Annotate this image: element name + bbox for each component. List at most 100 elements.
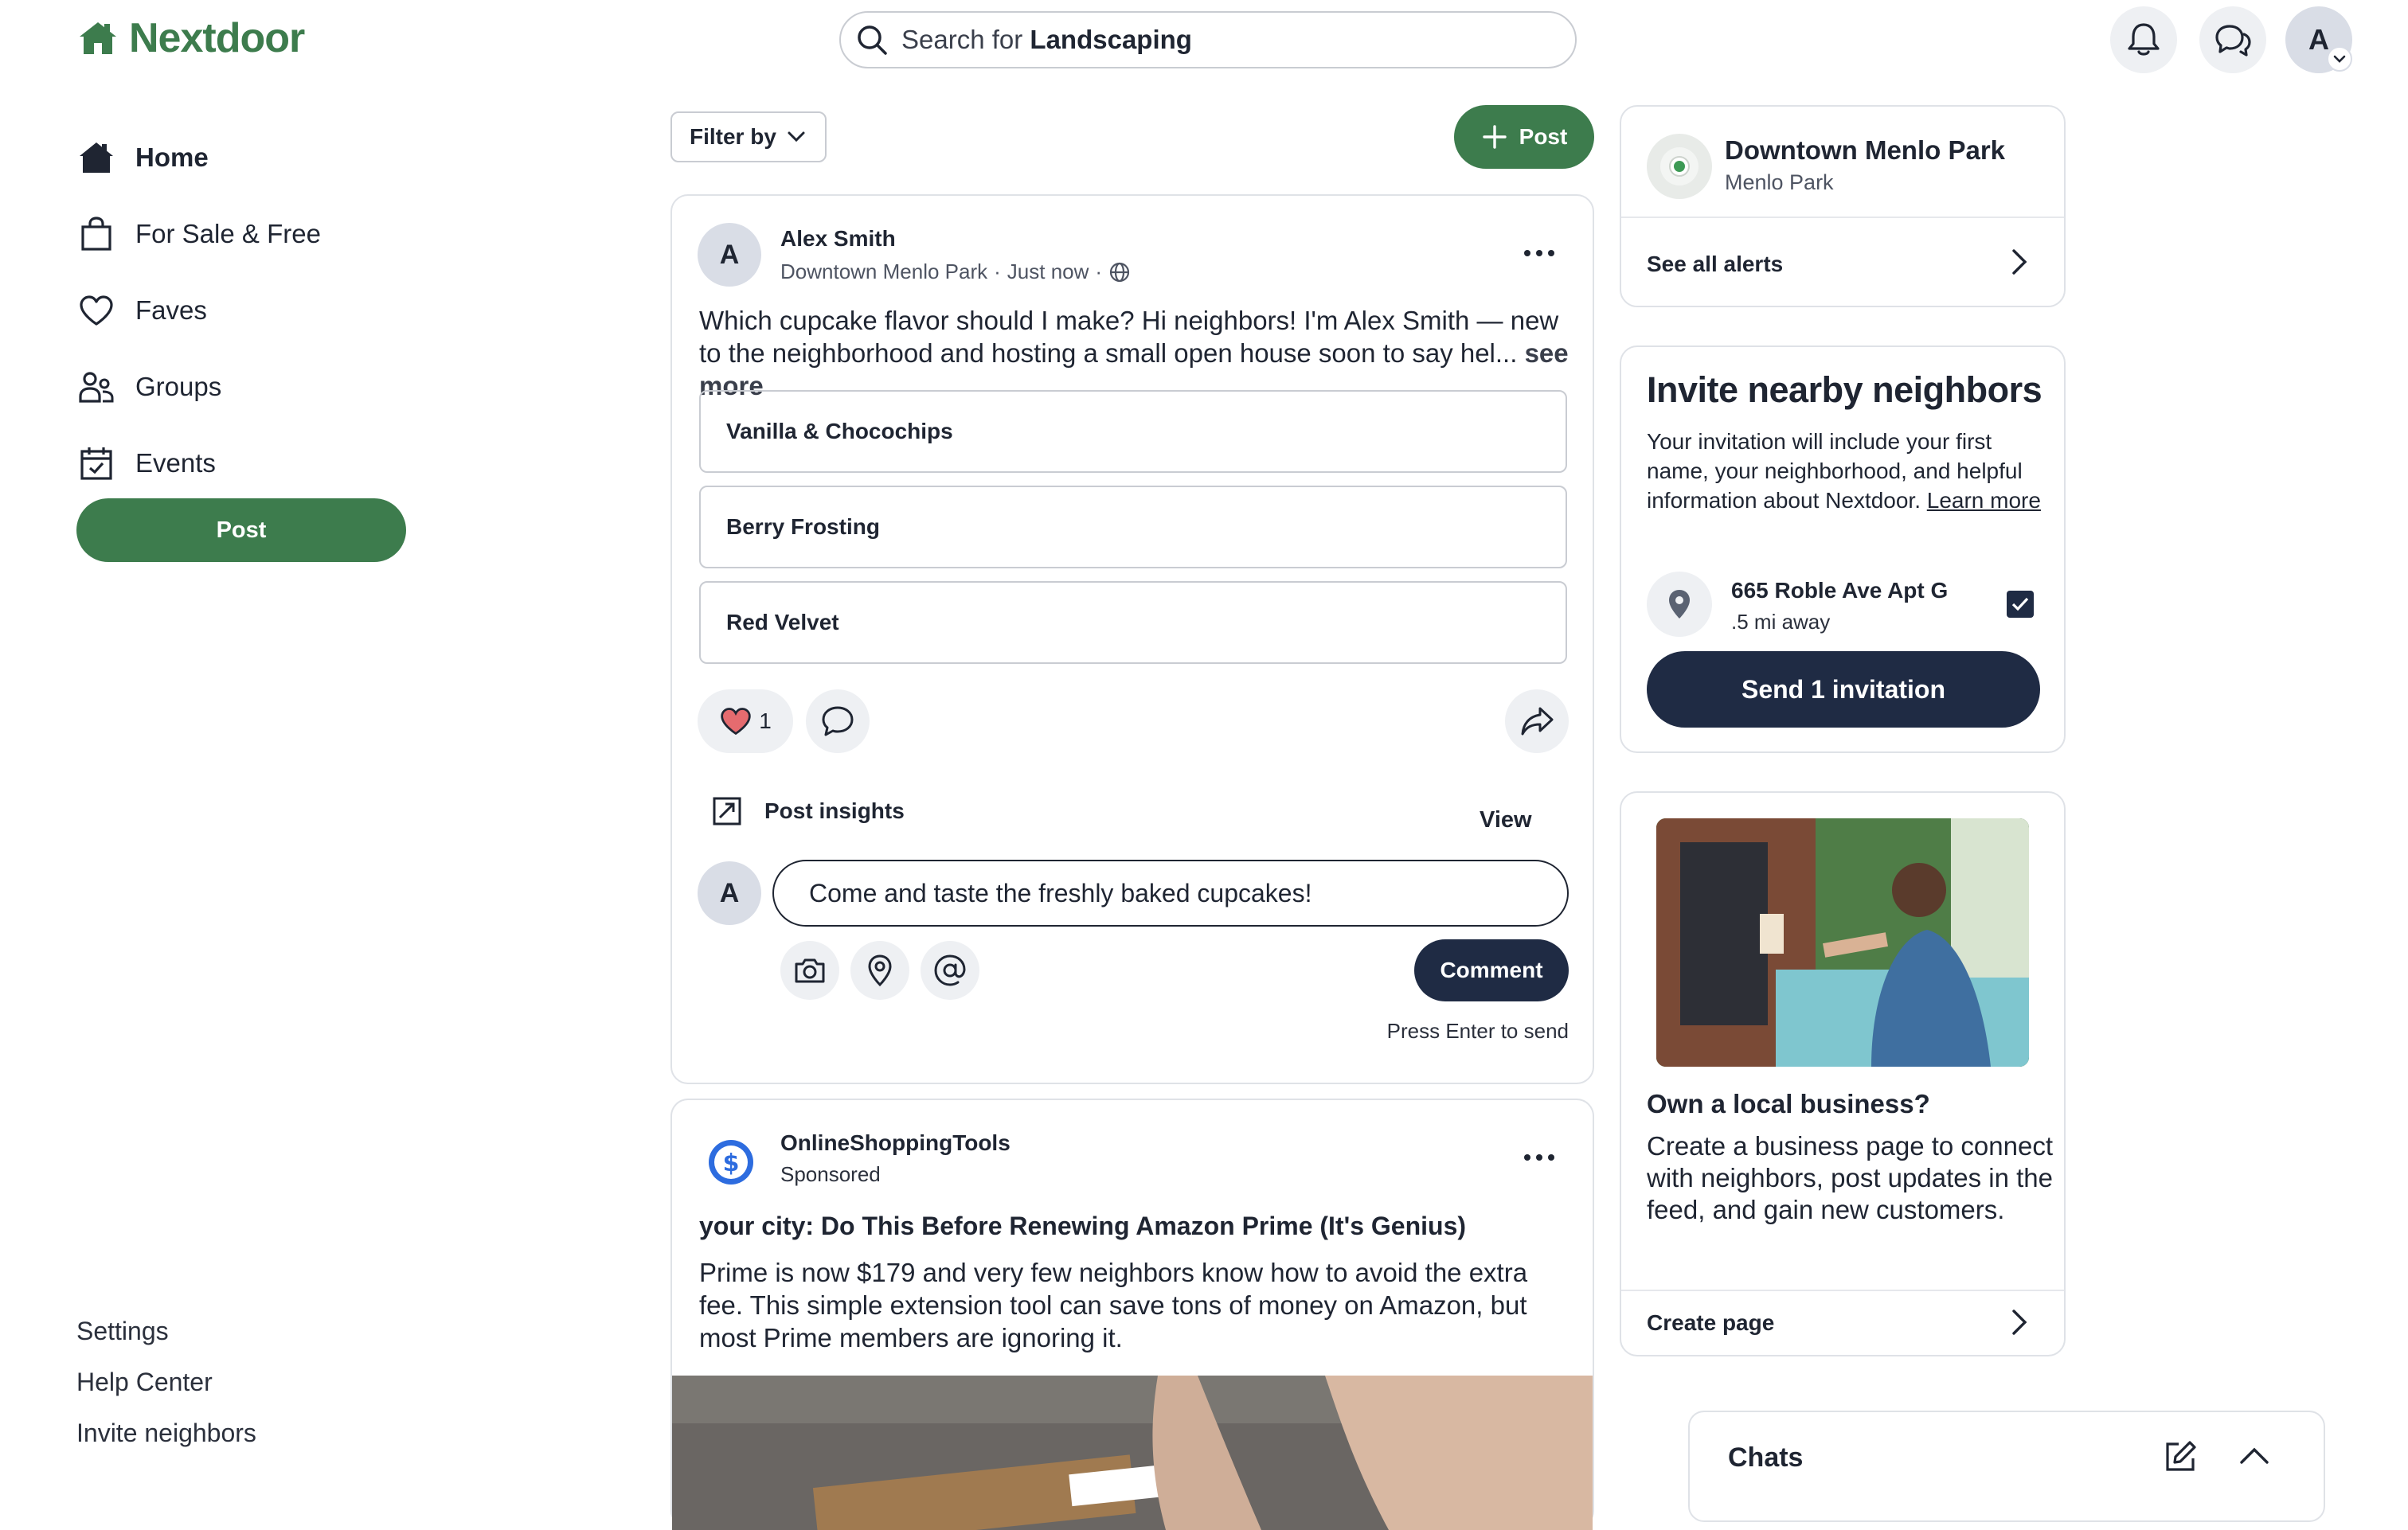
post-neighborhood[interactable]: Downtown Menlo Park [780, 260, 987, 284]
sponsored-label: Sponsored [780, 1162, 881, 1186]
nav-item-for-sale[interactable]: For Sale & Free [78, 196, 321, 272]
insights-label: Post insights [764, 798, 905, 823]
add-photo-button[interactable] [780, 941, 839, 1000]
neighborhood-name[interactable]: Downtown Menlo Park [1725, 135, 2005, 166]
messages-button[interactable] [2199, 6, 2266, 73]
ad-headline[interactable]: your city: Do This Before Renewing Amazo… [699, 1212, 1466, 1241]
business-description: Create a business page to connect with n… [1647, 1131, 2054, 1224]
learn-more-link[interactable]: Learn more [1927, 488, 2041, 513]
divider [1621, 1290, 2064, 1291]
chevron-right-icon[interactable] [2011, 1309, 2027, 1336]
advertiser-logo[interactable]: $ [699, 1130, 763, 1194]
camera-icon [795, 958, 825, 983]
reaction-button[interactable]: 1 [698, 689, 793, 753]
location-pin-icon [868, 954, 892, 987]
notifications-button[interactable] [2110, 6, 2177, 73]
insights-chart-icon [713, 797, 741, 825]
business-promo-image [1656, 818, 2029, 1067]
ad-body: Prime is now $179 and very few neighbors… [699, 1258, 1528, 1352]
nav-item-home[interactable]: Home [78, 119, 321, 196]
divider [1621, 217, 2064, 218]
calendar-icon [80, 447, 112, 480]
address-pin-icon [1647, 572, 1712, 637]
send-invitation-button[interactable]: Send 1 invitation [1647, 651, 2040, 728]
invite-neighbors-card: Invite nearby neighbors Your invitation … [1620, 345, 2066, 753]
nav-item-groups[interactable]: Groups [78, 349, 321, 425]
comment-input[interactable]: Come and taste the freshly baked cupcake… [772, 860, 1569, 927]
ad-image[interactable] [672, 1376, 1593, 1530]
sidebar-post-button[interactable]: Post [76, 498, 406, 562]
compose-icon[interactable] [2163, 1439, 2198, 1474]
post-body: Which cupcake flavor should I make? Hi n… [699, 304, 1575, 402]
neighborhood-alerts-card: Downtown Menlo Park Menlo Park See all a… [1620, 105, 2066, 307]
feed-post-label: Post [1519, 124, 1568, 149]
shopping-bag-icon [81, 217, 111, 251]
feed-post-button[interactable]: Post [1454, 105, 1594, 169]
sidebar-nav: Home For Sale & Free Faves Groups Events [78, 119, 321, 502]
chats-panel[interactable]: Chats [1688, 1411, 2325, 1522]
invite-title: Invite nearby neighbors [1647, 369, 2042, 410]
author-name[interactable]: Alex Smith [780, 226, 896, 252]
share-button[interactable] [1505, 689, 1569, 753]
post-time: Just now [1007, 260, 1089, 283]
nav-label-faves: Faves [135, 295, 207, 325]
create-page-link[interactable]: Create page [1647, 1310, 1774, 1336]
neighborhood-city: Menlo Park [1725, 170, 1834, 194]
more-options-icon[interactable] [1524, 250, 1554, 256]
post-body-text: Which cupcake flavor should I make? Hi n… [699, 306, 1559, 368]
nav-label-events: Events [135, 448, 216, 478]
reaction-count: 1 [759, 708, 772, 733]
checkmark-icon [2011, 597, 2029, 611]
heart-reaction-icon [721, 708, 751, 736]
search-icon [855, 23, 889, 57]
at-sign-icon [934, 954, 966, 986]
post-meta: Downtown Menlo Park · Just now · [780, 260, 1131, 284]
nav-label-groups: Groups [135, 372, 222, 401]
poll-option[interactable]: Vanilla & Chocochips [699, 390, 1567, 473]
nav-label-for-sale: For Sale & Free [135, 219, 321, 248]
mention-button[interactable] [921, 941, 979, 1000]
sponsored-ad-card: $ OnlineShoppingTools Sponsored your cit… [670, 1099, 1594, 1530]
groups-icon [79, 372, 114, 403]
search-placeholder: Search for Landscaping [901, 25, 1192, 54]
poll-option[interactable]: Berry Frosting [699, 486, 1567, 568]
see-all-alerts-link[interactable]: See all alerts [1647, 252, 1783, 277]
settings-link[interactable]: Settings [76, 1306, 256, 1356]
more-options-icon[interactable] [1524, 1154, 1554, 1161]
filter-by-dropdown[interactable]: Filter by [670, 111, 827, 162]
chevron-down-icon[interactable] [2327, 46, 2352, 72]
help-center-link[interactable]: Help Center [76, 1356, 256, 1407]
nav-item-faves[interactable]: Faves [78, 272, 321, 349]
invite-distance: .5 mi away [1731, 610, 1831, 634]
author-avatar[interactable]: A [698, 223, 761, 287]
invite-address: 665 Roble Ave Apt G [1731, 578, 1949, 603]
post-insights[interactable]: Post insights [712, 796, 905, 826]
chevron-right-icon[interactable] [2011, 248, 2027, 275]
nextdoor-logo[interactable]: Nextdoor [78, 14, 305, 62]
commenter-avatar: A [698, 861, 761, 925]
press-enter-hint: Press Enter to send [1386, 1019, 1569, 1043]
comment-submit-button[interactable]: Comment [1414, 939, 1569, 1001]
heart-icon [80, 295, 113, 326]
comment-icon [822, 706, 854, 736]
chevron-up-icon[interactable] [2239, 1446, 2269, 1465]
invite-neighbors-link[interactable]: Invite neighbors [76, 1407, 256, 1458]
poll-post-card: A Alex Smith Downtown Menlo Park · Just … [670, 194, 1594, 1084]
view-insights-link[interactable]: View [1480, 807, 1532, 833]
filter-label: Filter by [690, 124, 776, 149]
search-input[interactable]: Search for Landscaping [839, 11, 1577, 68]
bell-icon [2128, 23, 2160, 56]
house-logo-icon [80, 22, 116, 54]
plus-icon [1482, 125, 1507, 149]
add-location-button[interactable] [850, 941, 909, 1000]
globe-icon [1109, 262, 1130, 282]
nav-item-events[interactable]: Events [78, 425, 321, 502]
meta-separator: · [1095, 260, 1103, 283]
advertiser-name[interactable]: OnlineShoppingTools [780, 1130, 1010, 1156]
neighborhood-badge-icon [1647, 134, 1712, 199]
invite-description: Your invitation will include your first … [1647, 427, 2045, 515]
invite-checkbox[interactable] [2007, 591, 2034, 618]
poll-option[interactable]: Red Velvet [699, 581, 1567, 664]
comment-icon-button[interactable] [806, 689, 870, 753]
dollar-badge-icon: $ [709, 1140, 753, 1185]
